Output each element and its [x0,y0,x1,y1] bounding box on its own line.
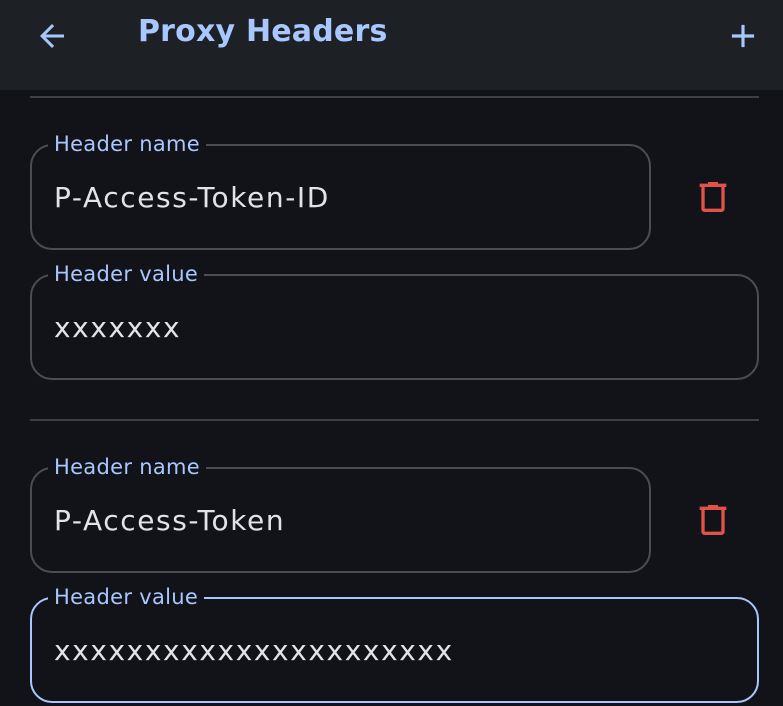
header-value-field[interactable]: Header value xxxxxxxxxxxxxxxxxxxxxx [30,583,759,703]
divider [30,419,759,421]
page-title: Proxy Headers [138,14,388,49]
top-app-bar: Proxy Headers [0,0,783,90]
header-name-field[interactable]: Header name P-Access-Token [30,453,651,573]
delete-header-button[interactable] [685,169,741,225]
divider [30,96,759,98]
add-header-button[interactable] [715,8,771,64]
trash-icon [699,505,727,535]
header-name-field[interactable]: Header name P-Access-Token-ID [30,130,651,250]
header-value-input[interactable]: xxxxxxx [54,276,737,378]
trash-icon [699,182,727,212]
header-value-input[interactable]: xxxxxxxxxxxxxxxxxxxxxx [54,599,737,701]
header-name-input[interactable]: P-Access-Token [54,469,629,571]
proxy-headers-screen: Proxy Headers Header name P-Access-Token… [0,0,783,706]
delete-header-button[interactable] [685,492,741,548]
plus-icon [731,24,755,48]
header-name-input[interactable]: P-Access-Token-ID [54,146,629,248]
arrow-left-icon [40,24,64,48]
header-value-field[interactable]: Header value xxxxxxx [30,260,759,380]
back-button[interactable] [24,8,80,64]
